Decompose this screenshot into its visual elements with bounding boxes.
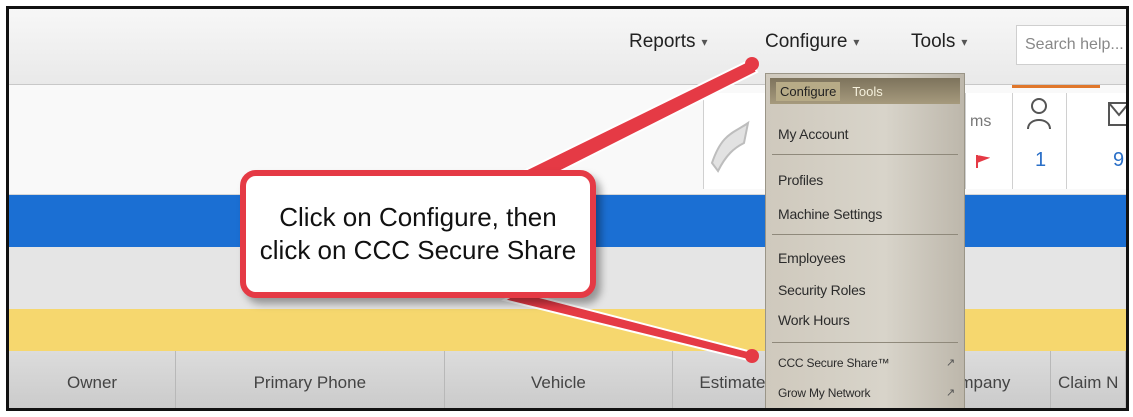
configure-dropdown: Configure Tools My Account Profiles Mach…	[765, 73, 965, 408]
configure-label: Configure	[765, 31, 848, 52]
mail-icon	[1108, 102, 1126, 126]
menu-item-ccc-secure-share[interactable]: CCC Secure Share™	[778, 356, 890, 370]
dropdown-tools-tab[interactable]: Tools	[852, 84, 882, 99]
user-icon	[1027, 98, 1051, 130]
dropdown-configure-tab[interactable]: Configure	[776, 81, 841, 101]
menu-item-grow-my-network[interactable]: Grow My Network	[778, 386, 871, 400]
column-primary-phone[interactable]: Primary Phone	[176, 351, 445, 408]
menu-item-profiles[interactable]: Profiles	[778, 172, 823, 188]
external-link-icon: ↗	[946, 387, 956, 399]
users-tile[interactable]: 1	[1012, 93, 1066, 189]
column-owner[interactable]: Owner	[9, 351, 177, 408]
menu-divider	[772, 342, 958, 343]
search-input[interactable]: Search help...	[1016, 25, 1126, 65]
menu-item-machine-settings[interactable]: Machine Settings	[778, 206, 882, 222]
chevron-down-icon: ▾	[961, 35, 968, 49]
logo-tile	[703, 93, 765, 189]
instruction-callout: Click on Configure, then click on CCC Se…	[240, 170, 596, 298]
external-link-icon: ↗	[946, 357, 956, 369]
logo-icon	[710, 120, 750, 173]
messages-tile[interactable]: 9	[1066, 93, 1126, 189]
menu-item-my-account[interactable]: My Account	[778, 126, 849, 142]
menu-divider	[772, 154, 958, 155]
tools-menu[interactable]: Tools ▾	[911, 31, 967, 53]
menu-divider	[772, 234, 958, 235]
reports-menu[interactable]: Reports ▾	[629, 31, 708, 53]
menu-item-employees[interactable]: Employees	[778, 250, 846, 266]
search-placeholder: Search help...	[1025, 36, 1124, 53]
user-count: 1	[1035, 149, 1047, 171]
column-claim[interactable]: Claim N	[1051, 351, 1126, 408]
configure-menu[interactable]: Configure ▾	[765, 31, 859, 53]
active-tab-indicator	[1012, 85, 1100, 88]
items-fragment: ms	[970, 113, 992, 130]
mail-count: 9	[1113, 149, 1125, 171]
items-tile[interactable]: ms	[965, 93, 1012, 189]
dropdown-header: Configure Tools	[770, 78, 960, 104]
menu-item-security-roles[interactable]: Security Roles	[778, 282, 866, 298]
column-vehicle[interactable]: Vehicle	[444, 351, 674, 408]
flag-icon	[976, 155, 990, 168]
chevron-down-icon: ▾	[701, 35, 708, 49]
menu-item-work-hours[interactable]: Work Hours	[778, 312, 850, 328]
chevron-down-icon: ▾	[853, 35, 860, 49]
tools-label: Tools	[911, 31, 956, 52]
callout-text: Click on Configure, then click on CCC Se…	[259, 202, 577, 265]
reports-label: Reports	[629, 31, 696, 52]
